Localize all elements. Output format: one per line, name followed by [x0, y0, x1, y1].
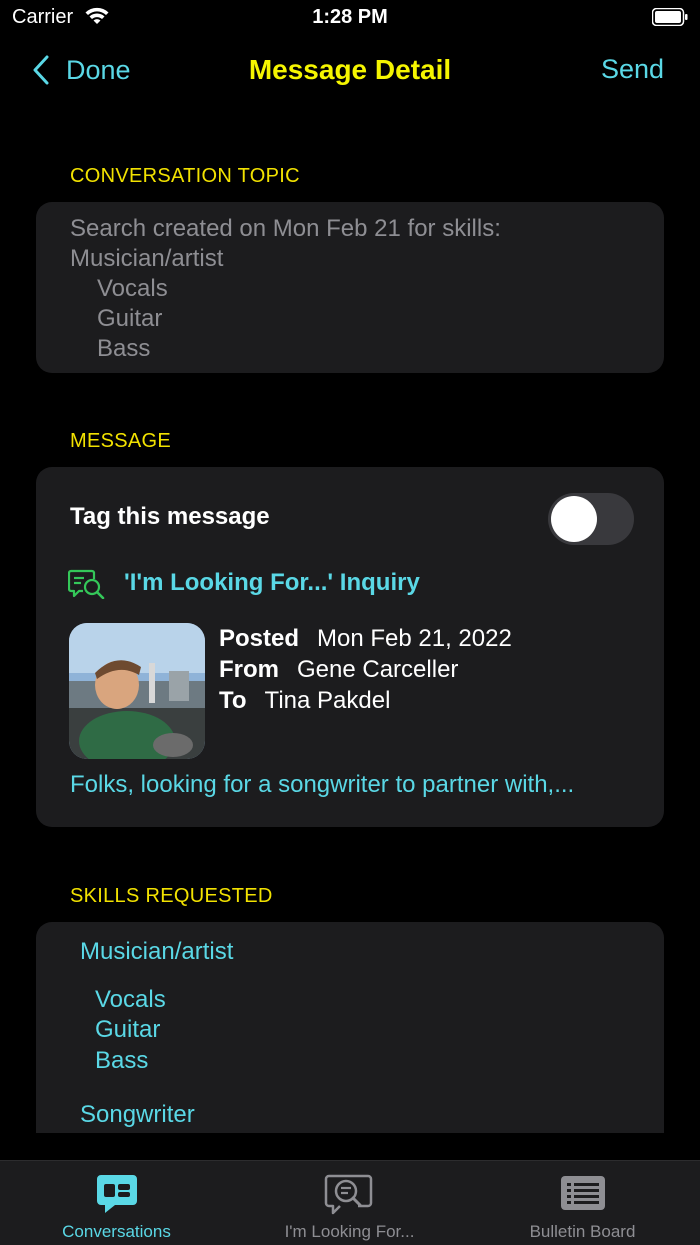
- skill-item: Bass: [95, 1047, 149, 1074]
- message-preview[interactable]: Folks, looking for a songwriter to partn…: [70, 771, 640, 799]
- clock: 1:28 PM: [312, 6, 388, 28]
- search-chat-icon: [68, 569, 105, 599]
- bulletin-list-icon: [560, 1176, 605, 1210]
- from-value: Gene Carceller: [297, 656, 459, 683]
- battery-icon: [652, 8, 688, 26]
- skill-group-songwriter: Songwriter: [80, 1101, 195, 1128]
- tab-looking-for[interactable]: I'm Looking For...: [233, 1161, 466, 1245]
- conversation-topic-header: CONVERSATION TOPIC: [70, 165, 300, 187]
- status-bar: Carrier 1:28 PM: [0, 0, 700, 40]
- topic-skill: Bass: [97, 335, 151, 362]
- message-card: Tag this message 'I'm Looking For...' In…: [36, 467, 664, 827]
- skills-requested-header: SKILLS REQUESTED: [70, 885, 273, 907]
- topic-skill: Guitar: [97, 305, 163, 332]
- message-header: MESSAGE: [70, 430, 172, 452]
- tag-message-toggle[interactable]: [548, 493, 634, 545]
- posted-key: Posted: [219, 625, 300, 652]
- tab-bulletin-board[interactable]: Bulletin Board: [466, 1161, 699, 1245]
- search-chat-icon: [324, 1174, 372, 1215]
- conversation-topic-card: Search created on Mon Feb 21 for skills:…: [36, 202, 664, 373]
- message-meta: Posted Mon Feb 21, 2022 From Gene Carcelle…: [219, 623, 512, 716]
- tab-conversations-label: Conversations: [62, 1222, 171, 1241]
- topic-skill: Vocals: [97, 275, 168, 302]
- topic-line: Search created on Mon Feb 21 for skills:: [70, 215, 501, 242]
- topic-skill-group: Musician/artist: [70, 245, 224, 272]
- sender-avatar: [69, 623, 205, 759]
- to-key: To: [219, 687, 247, 714]
- toggle-knob: [551, 496, 597, 542]
- tab-bar: Conversations I'm Looking For... Bulleti…: [0, 1160, 700, 1245]
- skill-group-musician: Musician/artist: [80, 938, 234, 965]
- tab-conversations[interactable]: Conversations: [0, 1161, 233, 1245]
- inquiry-title: 'I'm Looking For...' Inquiry: [124, 569, 420, 596]
- skill-item: Vocals: [95, 986, 166, 1013]
- skill-item: Guitar: [95, 1016, 161, 1043]
- to-value: Tina Pakdel: [264, 687, 391, 714]
- tab-looking-for-label: I'm Looking For...: [284, 1222, 415, 1241]
- posted-value: Mon Feb 21, 2022: [317, 625, 512, 652]
- navigation-bar: Done Message Detail Send: [0, 48, 700, 96]
- skills-requested-card: Musician/artist Vocals Guitar Bass Songw…: [36, 922, 664, 1133]
- page-title: Message Detail: [248, 54, 452, 85]
- send-button[interactable]: Send: [601, 54, 664, 85]
- topic-text: Search created on Mon Feb 21 for skills:…: [70, 214, 501, 364]
- tab-bulletin-board-label: Bulletin Board: [529, 1222, 636, 1241]
- inquiry-row: 'I'm Looking For...' Inquiry: [68, 567, 420, 599]
- tag-message-label: Tag this message: [70, 503, 270, 530]
- from-key: From: [219, 656, 279, 683]
- chat-bubble-icon: [96, 1175, 137, 1213]
